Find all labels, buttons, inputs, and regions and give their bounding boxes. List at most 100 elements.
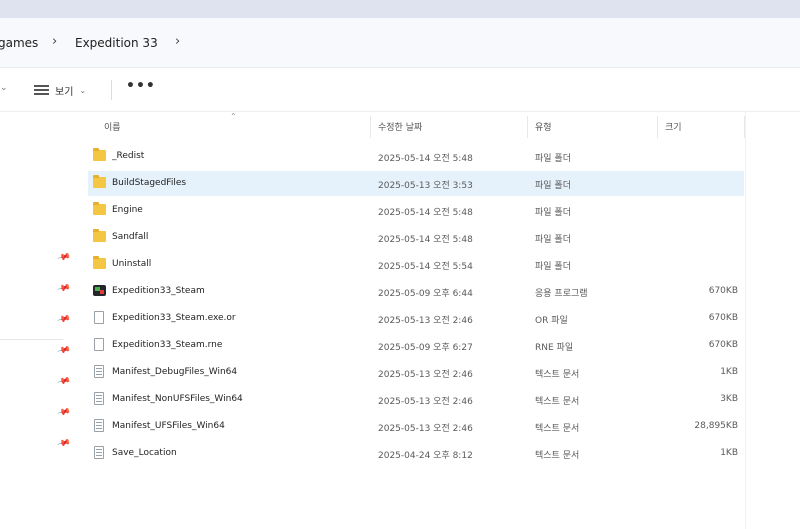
file-name: Sandfall: [112, 232, 149, 242]
chevron-down-icon: ⌄: [79, 85, 87, 95]
file-name: Manifest_UFSFiles_Win64: [112, 421, 225, 431]
file-icon: [94, 311, 104, 324]
file-name: _Redist: [112, 151, 145, 161]
pin-icon[interactable]: 📌: [56, 344, 71, 358]
file-name: Expedition33_Steam.exe.or: [112, 313, 236, 323]
title-bar-strip: [0, 0, 800, 18]
file-name: Expedition33_Steam: [112, 286, 205, 296]
nav-divider: [0, 339, 63, 340]
file-date: 2025-05-14 오전 5:54: [378, 262, 473, 272]
file-size: 670KB: [708, 340, 738, 350]
breadcrumb-item-games[interactable]: games: [0, 36, 38, 50]
table-row[interactable]: Expedition33_Steam.rne 2025-05-09 오후 6:27…: [88, 333, 744, 358]
file-size: 1KB: [720, 367, 738, 377]
file-size: 670KB: [708, 286, 738, 296]
column-separator[interactable]: [370, 116, 371, 138]
folder-icon: [93, 256, 106, 269]
file-type: 텍스트 문서: [535, 370, 580, 380]
file-type: RNE 파일: [535, 343, 574, 353]
file-size: 1KB: [720, 448, 738, 458]
chevron-down-icon[interactable]: ⌄: [0, 83, 8, 93]
sort-indicator-icon: ⌃: [230, 112, 237, 121]
column-separator[interactable]: [657, 116, 658, 138]
table-row[interactable]: Sandfall 2025-05-14 오전 5:48 파일 폴더: [88, 225, 744, 250]
text-document-icon: [94, 392, 104, 405]
file-list: ⌃ 이름 수정한 날짜 유형 크기 _Redist 2025-05-14 오전 5…: [75, 112, 800, 529]
file-name: Manifest_NonUFSFiles_Win64: [112, 394, 243, 404]
pin-icon[interactable]: 📌: [56, 437, 71, 451]
table-row[interactable]: Manifest_DebugFiles_Win64 2025-05-13 오전 2…: [88, 360, 744, 385]
application-icon: [93, 285, 106, 296]
table-row[interactable]: _Redist 2025-05-14 오전 5:48 파일 폴더: [88, 144, 744, 169]
file-name: Expedition33_Steam.rne: [112, 340, 223, 350]
scroll-edge: [745, 112, 746, 529]
file-size: 670KB: [708, 313, 738, 323]
breadcrumb-chevron-icon[interactable]: ›: [175, 34, 180, 49]
file-date: 2025-05-13 오전 2:46: [378, 424, 473, 434]
file-date: 2025-04-24 오후 8:12: [378, 451, 473, 461]
file-date: 2025-05-13 오전 2:46: [378, 316, 473, 326]
text-document-icon: [94, 365, 104, 378]
file-icon: [94, 338, 104, 351]
file-type: 파일 폴더: [535, 262, 571, 272]
file-date: 2025-05-14 오전 5:48: [378, 154, 473, 164]
view-button-label: 보기: [55, 86, 74, 98]
file-type: 텍스트 문서: [535, 424, 580, 434]
table-row[interactable]: Expedition33_Steam 2025-05-09 오후 6:44 응용 프…: [88, 279, 744, 304]
text-document-icon: [94, 446, 104, 459]
folder-icon: [93, 148, 106, 161]
file-type: OR 파일: [535, 316, 568, 326]
column-separator[interactable]: [527, 116, 528, 138]
breadcrumb-item-expedition-33[interactable]: Expedition 33: [75, 36, 158, 50]
file-type: 파일 폴더: [535, 154, 571, 164]
folder-icon: [93, 202, 106, 215]
file-date: 2025-05-09 오후 6:27: [378, 343, 473, 353]
file-size: 28,895KB: [694, 421, 738, 431]
command-bar: ⌄ 보기 ⌄ •••: [0, 68, 800, 112]
table-row[interactable]: Save_Location 2025-04-24 오후 8:12 텍스트 문서 1KB: [88, 441, 744, 466]
navigation-pane: 📌 📌 📌 📌 📌 📌 📌: [0, 112, 75, 529]
folder-icon: [93, 229, 106, 242]
pin-icon[interactable]: 📌: [56, 375, 71, 389]
table-row[interactable]: Expedition33_Steam.exe.or 2025-05-13 오전 2…: [88, 306, 744, 331]
file-date: 2025-05-13 오전 2:46: [378, 397, 473, 407]
column-header-type[interactable]: 유형: [535, 120, 552, 133]
column-header-date[interactable]: 수정한 날짜: [378, 120, 422, 133]
file-name: Save_Location: [112, 448, 177, 458]
view-button[interactable]: 보기 ⌄: [34, 80, 86, 100]
file-date: 2025-05-14 오전 5:48: [378, 208, 473, 218]
text-document-icon: [94, 419, 104, 432]
file-type: 응용 프로그램: [535, 289, 588, 299]
address-bar[interactable]: games › Expedition 33 ›: [0, 18, 800, 68]
pin-icon[interactable]: 📌: [56, 282, 71, 296]
file-date: 2025-05-09 오후 6:44: [378, 289, 473, 299]
pin-icon[interactable]: 📌: [56, 313, 71, 327]
column-header-size[interactable]: 크기: [665, 120, 682, 133]
breadcrumb-chevron-icon[interactable]: ›: [52, 34, 57, 49]
more-options-button[interactable]: •••: [126, 78, 156, 94]
file-name: Manifest_DebugFiles_Win64: [112, 367, 238, 377]
file-type: 텍스트 문서: [535, 397, 580, 407]
file-name: Engine: [112, 205, 143, 215]
file-size: 3KB: [720, 394, 738, 404]
file-type: 파일 폴더: [535, 208, 571, 218]
table-row[interactable]: Uninstall 2025-05-14 오전 5:54 파일 폴더: [88, 252, 744, 277]
folder-icon: [93, 175, 106, 188]
file-name: BuildStagedFiles: [112, 178, 187, 188]
file-date: 2025-05-13 오전 3:53: [378, 181, 473, 191]
table-row[interactable]: Manifest_UFSFiles_Win64 2025-05-13 오전 2:4…: [88, 414, 744, 439]
file-date: 2025-05-14 오전 5:48: [378, 235, 473, 245]
file-date: 2025-05-13 오전 2:46: [378, 370, 473, 380]
file-type: 파일 폴더: [535, 181, 571, 191]
list-view-icon: [34, 85, 49, 95]
file-name: Uninstall: [112, 259, 152, 269]
column-header-name[interactable]: 이름: [104, 120, 121, 133]
table-row[interactable]: Engine 2025-05-14 오전 5:48 파일 폴더: [88, 198, 744, 223]
pin-icon[interactable]: 📌: [56, 406, 71, 420]
table-row[interactable]: BuildStagedFiles 2025-05-13 오전 3:53 파일 폴더: [88, 171, 744, 196]
file-type: 텍스트 문서: [535, 451, 580, 461]
pin-icon[interactable]: 📌: [56, 251, 71, 265]
file-type: 파일 폴더: [535, 235, 571, 245]
table-row[interactable]: Manifest_NonUFSFiles_Win64 2025-05-13 오전 …: [88, 387, 744, 412]
toolbar-divider: [111, 80, 112, 100]
